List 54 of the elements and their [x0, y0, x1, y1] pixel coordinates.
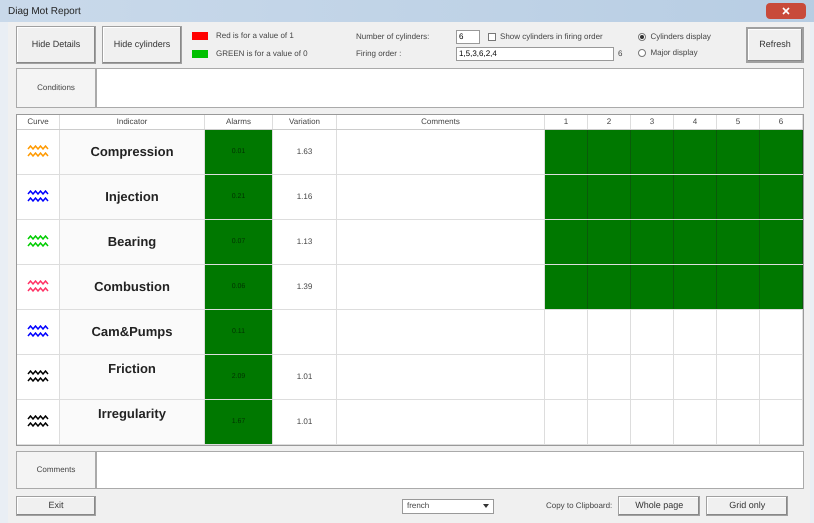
toolbar-button[interactable]: Hide cylinders — [102, 26, 182, 64]
conditions-tab[interactable]: Conditions — [16, 68, 96, 108]
variation-cell: 1.01 — [273, 400, 337, 444]
variation-cell: 1.01 — [273, 355, 337, 399]
column-header: 5 — [717, 115, 760, 129]
column-header: Indicator — [60, 115, 205, 129]
radio-label: Cylinders display — [650, 31, 711, 43]
legend-label: GREEN is for a value of 0 — [216, 48, 308, 60]
close-button[interactable] — [766, 3, 806, 19]
cylinders-label: Number of cylinders: — [356, 30, 430, 42]
dropdown-value: french — [407, 500, 430, 512]
indicator-name: Compression — [90, 143, 174, 162]
column-header: 1 — [545, 115, 588, 129]
variation-cell: 1.39 — [273, 265, 337, 309]
variation-cell: 1.13 — [273, 220, 337, 264]
variation-cell: 1.63 — [273, 130, 337, 174]
indicator-name: Bearing — [108, 233, 156, 252]
toolbar-button[interactable]: Grid only — [706, 496, 788, 516]
cylinders-input[interactable]: 6 — [456, 30, 480, 44]
comments-field[interactable] — [96, 451, 804, 489]
toolbar-button[interactable]: Exit — [16, 496, 96, 516]
column-header: Comments — [337, 115, 545, 129]
indicator-name: Injection — [105, 188, 159, 206]
column-header: 2 — [588, 115, 631, 129]
firing-order-suffix: 6 — [618, 48, 622, 60]
comments-tab[interactable]: Comments — [16, 451, 96, 489]
radio-button[interactable] — [638, 49, 646, 57]
toolbar-button[interactable]: Refresh — [746, 27, 804, 63]
legend-label: Red is for a value of 1 — [216, 30, 294, 42]
column-header: 6 — [760, 115, 803, 129]
indicator-name: Friction — [108, 360, 156, 378]
radio-label: Major display — [650, 47, 698, 59]
column-header: 3 — [631, 115, 674, 129]
column-header: Curve — [17, 115, 60, 129]
checkbox-label: Show cylinders in firing order — [500, 30, 603, 42]
variation-cell: 1.16 — [273, 175, 337, 219]
column-header: 4 — [674, 115, 717, 129]
close-icon — [782, 7, 790, 15]
toolbar-button[interactable]: Hide Details — [16, 26, 96, 64]
firing-order-checkbox[interactable] — [488, 32, 496, 40]
conditions-field[interactable] — [96, 68, 804, 108]
firing-order-label: Firing order : — [356, 48, 402, 60]
indicator-name: Cam&Pumps — [92, 323, 172, 342]
language-dropdown[interactable]: french — [402, 498, 494, 514]
firing-order-input[interactable]: 1,5,3,6,2,4 — [456, 46, 614, 60]
window-title: Diag Mot Report — [8, 4, 81, 18]
caret-icon — [483, 504, 489, 508]
indicator-name: Combustion — [94, 278, 170, 296]
copy-label: Copy to Clipboard: — [546, 500, 612, 512]
column-header: Alarms — [205, 115, 273, 129]
radio-button[interactable] — [638, 33, 646, 41]
indicator-name: Irregularity — [98, 405, 166, 423]
column-header: Variation — [273, 115, 337, 129]
toolbar-button[interactable]: Whole page — [618, 496, 700, 516]
